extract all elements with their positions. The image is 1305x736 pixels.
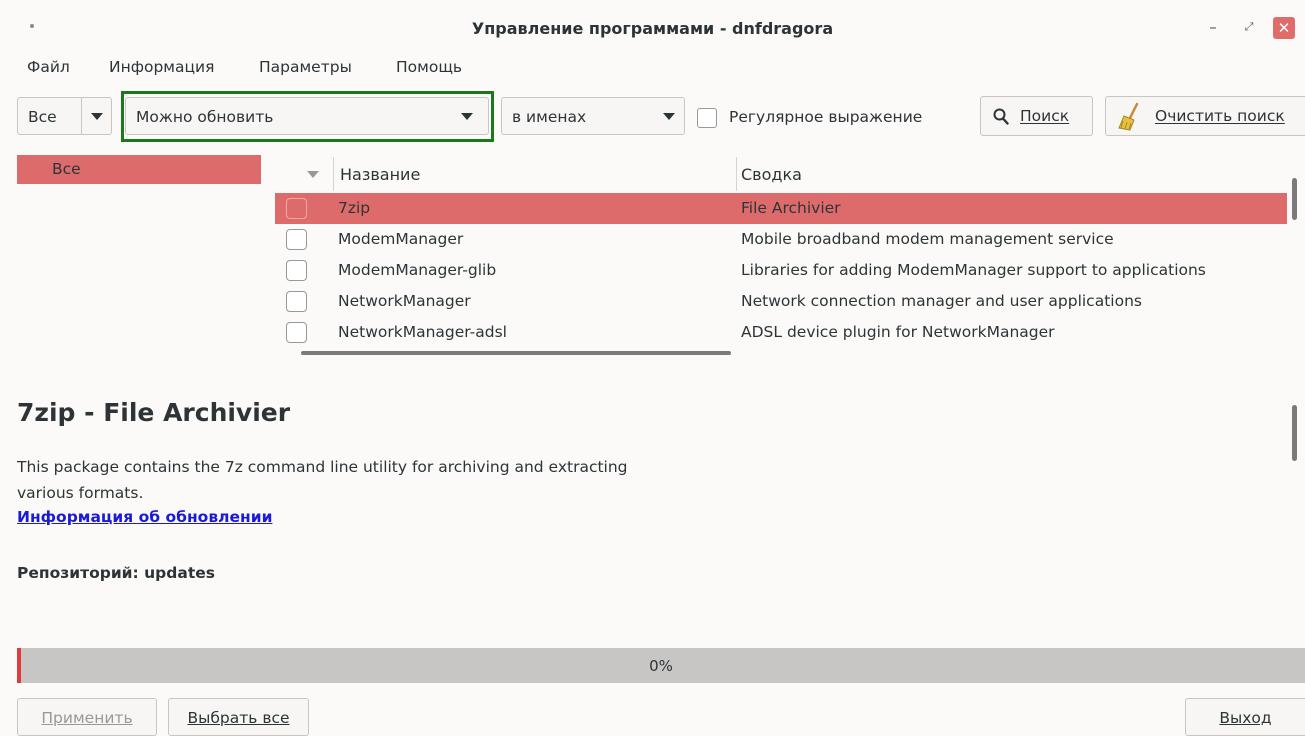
table-row[interactable]: ModemManager Mobile broadband modem mana… <box>275 224 1287 255</box>
clear-search-button[interactable]: Очистить поиск <box>1105 96 1305 136</box>
search-button-label: Поиск <box>1020 107 1070 125</box>
row-checkbox[interactable] <box>286 291 307 312</box>
table-vertical-scrollbar[interactable] <box>1292 178 1297 220</box>
package-repository: Репозиторий: updates <box>17 564 215 582</box>
row-checkbox[interactable] <box>286 322 307 343</box>
table-row[interactable]: ModemManager-glib Libraries for adding M… <box>275 255 1287 286</box>
menu-help[interactable]: Помощь <box>396 58 462 76</box>
regex-label: Регулярное выражение <box>729 108 923 126</box>
package-summary: Libraries for adding ModemManager suppor… <box>741 261 1206 279</box>
search-field-value: в именах <box>512 108 587 126</box>
group-filter-value: Все <box>28 108 57 126</box>
column-header-select[interactable] <box>275 155 333 193</box>
sort-down-icon <box>307 171 319 178</box>
select-all-button-label: Выбрать все <box>187 709 290 727</box>
column-header-name-label: Название <box>340 165 421 184</box>
chevron-down-icon <box>81 98 111 134</box>
maximize-button[interactable]: ⤢ <box>1238 17 1260 39</box>
search-icon <box>993 108 1009 125</box>
update-info-link[interactable]: Информация об обновлении <box>17 508 272 526</box>
row-checkbox[interactable] <box>286 260 307 281</box>
search-field-combo[interactable]: в именах <box>501 97 685 135</box>
exit-button-label: Выход <box>1219 709 1272 727</box>
dnfdragora-window: Управление программами - dnfdragora – ⤢ … <box>0 0 1305 736</box>
package-summary: ADSL device plugin for NetworkManager <box>741 323 1055 341</box>
package-summary: Network connection manager and user appl… <box>741 292 1142 310</box>
column-header-summary[interactable]: Сводка <box>737 155 1287 193</box>
apply-button-label: Применить <box>41 709 133 727</box>
package-name: ModemManager-glib <box>338 261 497 279</box>
category-item-all[interactable]: Все <box>17 155 261 184</box>
package-summary: File Archivier <box>741 199 841 217</box>
menu-info[interactable]: Информация <box>109 58 214 76</box>
exit-button[interactable]: Выход <box>1185 698 1305 736</box>
minimize-button[interactable]: – <box>1202 17 1224 39</box>
progress-bar: 0% <box>17 648 1305 683</box>
column-header-name[interactable]: Название <box>334 155 736 193</box>
window-title: Управление программами - dnfdragora <box>471 19 834 38</box>
title-bar: Управление программами - dnfdragora – ⤢ … <box>0 0 1305 52</box>
package-detail-title: 7zip - File Archivier <box>17 398 291 427</box>
apply-button[interactable]: Применить <box>17 698 157 736</box>
close-button[interactable]: ✕ <box>1273 17 1295 39</box>
broom-icon <box>1118 102 1139 131</box>
package-name: NetworkManager-adsl <box>338 323 507 341</box>
package-summary: Mobile broadband modem management servic… <box>741 230 1114 248</box>
package-name: ModemManager <box>338 230 464 248</box>
package-name: NetworkManager <box>338 292 471 310</box>
progress-label: 0% <box>649 657 673 675</box>
table-row[interactable]: NetworkManager-adsl ADSL device plugin f… <box>275 317 1287 348</box>
clear-search-label: Очистить поиск <box>1155 107 1285 125</box>
chevron-down-icon <box>654 98 684 134</box>
table-row[interactable]: NetworkManager Network connection manage… <box>275 286 1287 317</box>
row-checkbox[interactable] <box>286 198 307 219</box>
table-horizontal-scrollbar[interactable] <box>301 351 731 355</box>
column-header-summary-label: Сводка <box>741 165 802 184</box>
package-table: Название Сводка 7zip File Archivier Mode… <box>275 155 1295 360</box>
regex-checkbox[interactable] <box>697 108 717 128</box>
details-vertical-scrollbar[interactable] <box>1292 405 1297 461</box>
menu-settings[interactable]: Параметры <box>259 58 352 76</box>
row-checkbox[interactable] <box>286 229 307 250</box>
package-name: 7zip <box>338 199 371 217</box>
select-all-button[interactable]: Выбрать все <box>168 698 309 736</box>
search-button[interactable]: Поиск <box>980 96 1093 136</box>
menu-file[interactable]: Файл <box>27 58 70 76</box>
category-label: Все <box>52 160 81 178</box>
group-filter-combo[interactable]: Все <box>17 97 112 135</box>
status-filter-highlight <box>121 91 494 142</box>
package-description: This package contains the 7z command lin… <box>17 458 628 502</box>
table-row[interactable]: 7zip File Archivier <box>275 193 1287 224</box>
